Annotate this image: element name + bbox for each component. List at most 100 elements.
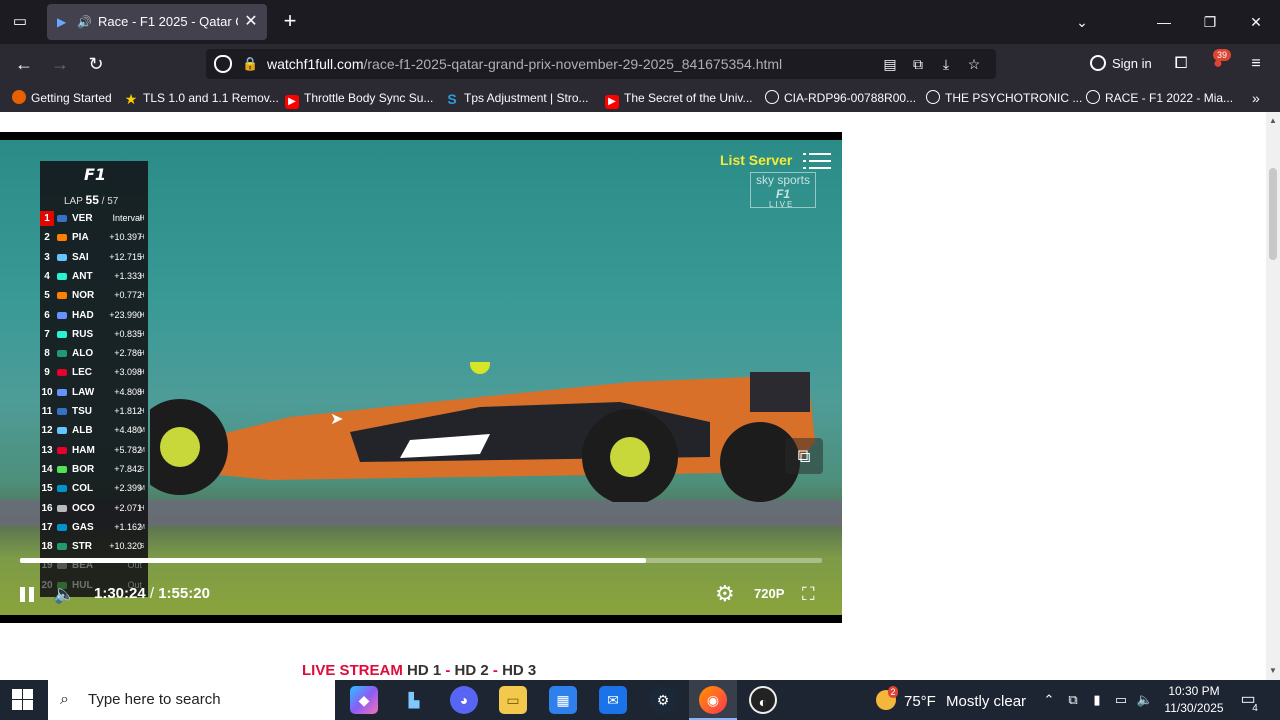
scroll-thumb[interactable] — [1269, 168, 1277, 260]
scroll-down-icon[interactable]: ▼ — [1266, 664, 1280, 678]
picture-in-picture-icon[interactable]: ⧉ — [785, 438, 823, 474]
speaker-icon[interactable]: 🔊 — [77, 14, 93, 30]
hd2-link[interactable]: HD 2 — [455, 662, 489, 679]
file-explorer-icon[interactable]: ▭ — [499, 686, 527, 714]
gap: Interval — [112, 213, 142, 223]
gap: +2.071 — [114, 502, 142, 513]
outlook-icon[interactable]: ✉ — [599, 686, 627, 714]
bookmark-item[interactable]: CIA-RDP96-00788R00... — [765, 89, 916, 107]
page-scrollbar[interactable]: ▲ ▼ — [1266, 112, 1280, 680]
volume-tray-icon[interactable]: 🔈 — [1136, 690, 1154, 710]
tyre-compound: M — [139, 427, 145, 435]
bookmark-star-icon[interactable]: ☆ — [965, 55, 983, 73]
position: 1 — [40, 211, 54, 226]
notification-count: 4 — [1252, 703, 1258, 714]
quality-selector[interactable]: 720P — [754, 581, 788, 607]
position: 10 — [41, 386, 53, 398]
url-text[interactable]: watchf1full.com/race-f1-2025-qatar-grand… — [267, 55, 867, 73]
tracking-shield-icon[interactable] — [214, 55, 232, 73]
restore-button[interactable]: ❐ — [1198, 10, 1222, 34]
url-bar[interactable]: 🔒 watchf1full.com/race-f1-2025-qatar-gra… — [206, 49, 996, 79]
lap-label: LAP — [64, 196, 83, 207]
tray-app-icon[interactable]: ⧉ — [1064, 690, 1082, 710]
list-server-link[interactable]: List Server — [720, 151, 800, 169]
usb-icon[interactable]: ▮ — [1088, 690, 1106, 710]
gap: +12.715 — [109, 251, 142, 262]
bookmarks-overflow-chevron-icon[interactable]: » — [1252, 89, 1260, 107]
gap: +23.990 — [109, 309, 142, 320]
video-player[interactable]: F1 LAP 55 / 57 1 VER Interval H 2 PIA +10.397 H… — [0, 132, 842, 623]
tyre-compound: H — [139, 272, 145, 280]
menu-hamburger-icon[interactable]: ≡ — [1245, 52, 1267, 76]
tab-close-icon[interactable]: ✕ — [243, 13, 259, 31]
steam-icon[interactable]: ⚙ — [649, 686, 677, 714]
video-frame[interactable]: F1 LAP 55 / 57 1 VER Interval H 2 PIA +10.397 H… — [0, 140, 842, 615]
microsoft-store-icon[interactable]: ▦ — [549, 686, 577, 714]
lock-icon[interactable]: 🔒 — [242, 55, 258, 73]
bookmark-label: The Secret of the Univ... — [624, 91, 753, 105]
seek-progress — [20, 558, 646, 563]
youtube-icon: ▶ — [285, 95, 299, 109]
forward-arrow-icon[interactable]: → — [48, 52, 72, 76]
volume-icon[interactable]: 🔈 — [53, 581, 81, 607]
tyre-compound: H — [139, 408, 145, 415]
separator: - — [445, 662, 451, 679]
fullscreen-icon[interactable]: ⛶ — [802, 581, 824, 607]
taskbar-search-box[interactable]: ⌕ Type here to search — [48, 680, 335, 720]
new-tab-button[interactable]: + — [280, 10, 300, 34]
firefox-icon[interactable]: ◉ — [699, 686, 727, 714]
discord-icon[interactable]: ◕ — [450, 686, 478, 714]
team-color-icon — [57, 330, 67, 338]
live-label: LIVE — [769, 200, 795, 209]
timing-row: 15 COL +2.399 M — [40, 479, 148, 498]
bookmark-item[interactable]: ★ TLS 1.0 and 1.1 Remov... — [124, 89, 279, 107]
weather-widget[interactable]: 75°F Mostly clear — [876, 690, 1026, 710]
weather-badge: 2 — [888, 686, 898, 698]
bookmark-item[interactable]: ▶ Throttle Body Sync Su... — [285, 89, 433, 109]
tray-chevron-icon[interactable]: ⌃ — [1040, 690, 1058, 710]
back-arrow-icon[interactable]: ← — [12, 52, 36, 76]
sign-in-button[interactable]: Sign in — [1090, 52, 1160, 76]
bookmark-item[interactable]: THE PSYCHOTRONIC ... — [926, 89, 1082, 107]
obs-icon[interactable]: ◐ — [749, 686, 777, 714]
seek-bar[interactable] — [20, 558, 822, 563]
tab-bar: ▭ ▶ 🔊 Race - F1 2025 - Qatar Grand Prix … — [0, 0, 1280, 44]
tyre-compound: M — [139, 485, 145, 493]
settings-gear-icon[interactable]: ⚙ — [715, 581, 741, 607]
minimize-button[interactable]: — — [1152, 10, 1176, 34]
team-color-icon — [57, 388, 67, 396]
hd3-link[interactable]: HD 3 — [502, 662, 536, 679]
reader-view-icon[interactable]: ▤ — [881, 55, 899, 73]
pause-button[interactable] — [18, 581, 38, 607]
live-stream-label: LIVE STREAM — [302, 662, 403, 679]
system-clock[interactable]: 10:30 PM 11/30/2025 — [1158, 683, 1230, 717]
list-icon[interactable] — [803, 152, 831, 170]
bookmark-item[interactable]: ▶ The Secret of the Univ... — [605, 89, 753, 109]
active-tab[interactable]: ▶ 🔊 Race - F1 2025 - Qatar Grand Prix ✕ — [47, 4, 267, 40]
f1-logo: F1 — [83, 165, 107, 184]
bookmark-item[interactable]: S Tps Adjustment | Stro... — [445, 89, 588, 107]
current-time: 1:30:24 — [94, 585, 146, 602]
tab-list-button[interactable]: ▭ — [8, 11, 32, 33]
lap-current: 55 — [85, 193, 99, 207]
tab-overflow-chevron-icon[interactable]: ⌄ — [1070, 10, 1094, 34]
gap: +10.397 — [109, 232, 142, 243]
app-icon[interactable]: ▙ — [400, 686, 428, 714]
hd1-link[interactable]: HD 1 — [407, 662, 441, 679]
bookmark-item[interactable]: Getting Started — [12, 89, 112, 107]
pip-toggle-icon[interactable]: ⧉ — [909, 55, 927, 73]
extensions-icon[interactable]: ⧠ — [1170, 52, 1192, 76]
network-icon[interactable]: ▭ — [1112, 690, 1130, 710]
lap-total: / 57 — [101, 196, 119, 207]
reload-icon[interactable]: ↻ — [84, 52, 108, 76]
copilot-icon[interactable]: ◆ — [350, 686, 378, 714]
tyre-compound: H — [139, 215, 145, 222]
scroll-up-icon[interactable]: ▲ — [1266, 114, 1280, 128]
tab-title: Race - F1 2025 - Qatar Grand Prix — [98, 14, 238, 29]
url-domain: watchf1full.com — [267, 56, 364, 72]
gap: +10.320 — [109, 541, 142, 552]
close-window-button[interactable]: ✕ — [1244, 10, 1268, 34]
bookmark-item[interactable]: RACE - F1 2022 - Mia... — [1086, 89, 1233, 107]
download-icon[interactable]: ⤓ — [937, 55, 955, 73]
windows-start-icon[interactable] — [12, 689, 34, 711]
